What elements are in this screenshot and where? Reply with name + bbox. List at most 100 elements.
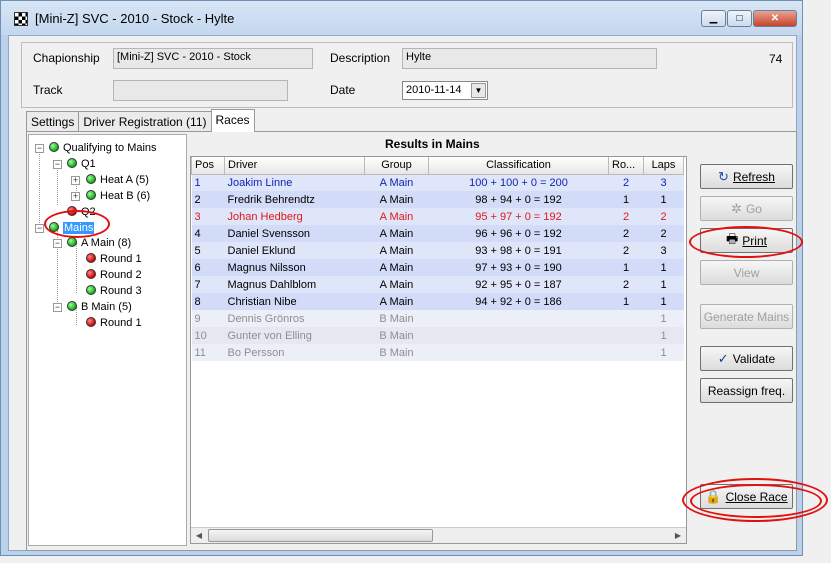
expand-icon[interactable]: + (71, 192, 80, 201)
scroll-right-icon[interactable]: ▶ (670, 528, 686, 543)
collapse-icon[interactable]: − (35, 144, 44, 153)
date-picker[interactable]: 2010-11-14 ▼ (402, 81, 488, 100)
cell-driver: Daniel Eklund (224, 242, 365, 259)
horizontal-scrollbar[interactable]: ◀ ▶ (191, 527, 686, 543)
tab-races[interactable]: Races (210, 109, 255, 132)
collapse-icon[interactable]: − (53, 239, 62, 248)
table-row[interactable]: 10 Gunter von Elling B Main 1 (191, 327, 684, 344)
tree-a-round3[interactable]: Round 3 (86, 283, 142, 299)
col-pos[interactable]: Pos (191, 157, 225, 175)
status-green-icon (67, 301, 77, 311)
championship-field[interactable]: [Mini-Z] SVC - 2010 - Stock (113, 48, 313, 69)
close-race-label: Close Race (725, 489, 788, 504)
cell-pos: 2 (191, 191, 225, 208)
scroll-thumb[interactable] (208, 529, 433, 542)
close-icon[interactable]: ✕ (753, 10, 797, 27)
race-number: 74 (769, 52, 783, 66)
table-row[interactable]: 9 Dennis Grönros B Main 1 (191, 310, 684, 327)
results-grid[interactable]: Pos Driver Group Classification Ro... La… (190, 156, 687, 544)
cell-driver: Christian Nibe (224, 293, 365, 310)
tab-driver-registration[interactable]: Driver Registration (11) (78, 111, 212, 132)
print-label: Print (742, 233, 767, 248)
col-classification[interactable]: Classification (428, 157, 609, 175)
generate-mains-button[interactable]: Generate Mains (700, 304, 793, 329)
table-row[interactable]: 11 Bo Persson B Main 1 (191, 344, 684, 361)
col-laps[interactable]: Laps (643, 157, 684, 175)
description-field[interactable]: Hylte (402, 48, 657, 69)
expand-icon[interactable]: + (71, 176, 80, 185)
tree-b-main[interactable]: B Main (5) (67, 299, 132, 315)
cell-group: B Main (364, 310, 429, 327)
collapse-icon[interactable]: − (35, 224, 44, 233)
go-icon: ✲ (731, 200, 742, 216)
track-field[interactable] (113, 80, 288, 101)
validate-label: Validate (732, 351, 776, 366)
tree-label: Round 1 (100, 253, 142, 265)
collapse-icon[interactable]: − (53, 303, 62, 312)
tree-a-round2[interactable]: Round 2 (86, 267, 142, 283)
tree-qualifying[interactable]: Qualifying to Mains (49, 140, 157, 156)
cell-laps: 1 (643, 293, 684, 310)
title-bar[interactable]: [Mini-Z] SVC - 2010 - Stock - Hylte ▁ □ … (1, 1, 802, 35)
cell-classification: 97 + 93 + 0 = 190 (428, 259, 609, 276)
table-row[interactable]: 5 Daniel Eklund A Main 93 + 98 + 0 = 191 2 3 (191, 242, 684, 259)
view-label: View (733, 265, 760, 280)
collapse-icon[interactable]: − (53, 160, 62, 169)
race-tree[interactable]: − Qualifying to Mains − Q1 + Heat A (5) … (28, 134, 187, 546)
tree-label: Qualifying to Mains (63, 142, 157, 154)
tree-heat-b[interactable]: Heat B (6) (86, 188, 150, 204)
championship-label: Chapionship (33, 51, 100, 65)
col-driver[interactable]: Driver (224, 157, 365, 175)
chevron-down-icon[interactable]: ▼ (471, 83, 486, 98)
tree-label: Round 2 (100, 269, 142, 281)
tab-settings[interactable]: Settings (26, 111, 80, 132)
tree-mains[interactable]: Mains (49, 220, 95, 236)
cell-pos: 9 (191, 310, 225, 327)
client-area: Chapionship [Mini-Z] SVC - 2010 - Stock … (8, 35, 797, 551)
col-group[interactable]: Group (364, 157, 429, 175)
status-green-icon (86, 190, 96, 200)
view-button[interactable]: View (700, 260, 793, 285)
table-row[interactable]: 4 Daniel Svensson A Main 96 + 96 + 0 = 192 2… (191, 225, 684, 242)
tree-a-round1[interactable]: Round 1 (86, 251, 142, 267)
tree-a-main[interactable]: A Main (8) (67, 235, 131, 251)
cell-group: A Main (364, 293, 429, 310)
cell-laps: 1 (643, 191, 684, 208)
cell-pos: 7 (191, 276, 225, 293)
tree-q2[interactable]: Q2 (67, 204, 96, 220)
tree-q1[interactable]: Q1 (67, 156, 96, 172)
minimize-icon[interactable]: ▁ (701, 10, 726, 27)
cell-driver: Daniel Svensson (224, 225, 365, 242)
tree-b-round1[interactable]: Round 1 (86, 315, 142, 331)
refresh-button[interactable]: ↻ Refresh (700, 164, 793, 189)
reassign-freq-button[interactable]: Reassign freq. (700, 378, 793, 403)
cell-driver: Gunter von Elling (224, 327, 365, 344)
scroll-left-icon[interactable]: ◀ (191, 528, 207, 543)
cell-pos: 6 (191, 259, 225, 276)
cell-laps: 1 (643, 310, 684, 327)
cell-laps: 2 (643, 208, 684, 225)
cell-group: A Main (364, 276, 429, 293)
cell-driver: Bo Persson (224, 344, 365, 361)
validate-button[interactable]: ✓ Validate (700, 346, 793, 371)
go-button[interactable]: ✲ Go (700, 196, 793, 221)
cell-driver: Magnus Dahlblom (224, 276, 365, 293)
refresh-icon: ↻ (718, 168, 729, 184)
table-row[interactable]: 6 Magnus Nilsson A Main 97 + 93 + 0 = 190 1 1 (191, 259, 684, 276)
close-race-button[interactable]: 🔒 Close Race (700, 484, 793, 509)
print-button[interactable]: 🖶 Print (700, 228, 793, 253)
cell-classification: 92 + 95 + 0 = 187 (428, 276, 609, 293)
cell-group: A Main (364, 225, 429, 242)
maximize-icon[interactable]: □ (727, 10, 752, 27)
table-row[interactable]: 2 Fredrik Behrendtz A Main 98 + 94 + 0 = 19… (191, 191, 684, 208)
table-header: Pos Driver Group Classification Ro... La… (191, 157, 684, 175)
table-row[interactable]: 8 Christian Nibe A Main 94 + 92 + 0 = 186 1 1 (191, 293, 684, 310)
status-red-icon (86, 253, 96, 263)
cell-group: A Main (364, 174, 429, 191)
table-row[interactable]: 3 Johan Hedberg A Main 95 + 97 + 0 = 192 2 2 (191, 208, 684, 225)
col-rounds[interactable]: Ro... (608, 157, 644, 175)
table-row[interactable]: 1 Joakim Linne A Main 100 + 100 + 0 = 200 2 3 (191, 174, 684, 191)
table-row[interactable]: 7 Magnus Dahlblom A Main 92 + 95 + 0 = 187 2… (191, 276, 684, 293)
tree-heat-a[interactable]: Heat A (5) (86, 172, 149, 188)
cell-group: B Main (364, 327, 429, 344)
